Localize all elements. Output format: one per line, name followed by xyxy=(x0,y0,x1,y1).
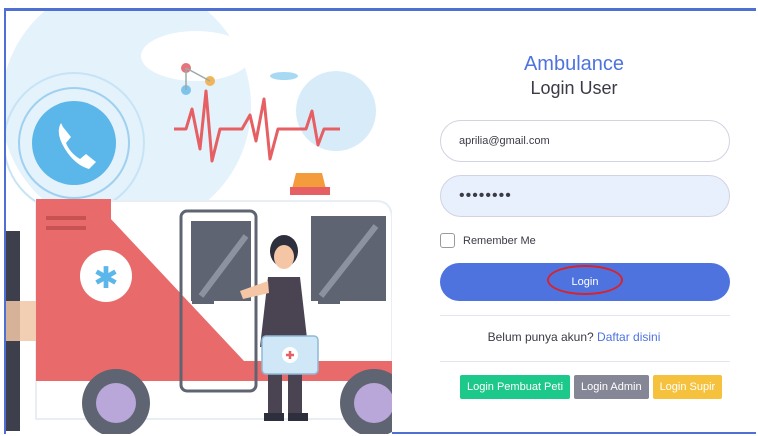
divider xyxy=(440,315,730,316)
remember-me[interactable]: Remember Me xyxy=(440,233,536,248)
email-input[interactable] xyxy=(440,120,730,162)
ambulance-illustration: ✱ xyxy=(6,11,392,434)
login-panel: Ambulance Login User Remember Me Login B… xyxy=(392,11,756,434)
login-supir-button[interactable]: Login Supir xyxy=(652,375,723,399)
register-prompt: Belum punya akun? Daftar disini xyxy=(392,330,756,344)
register-text: Belum punya akun? xyxy=(487,330,594,344)
login-pembuat-peti-button[interactable]: Login Pembuat Peti xyxy=(460,375,571,399)
remember-checkbox[interactable] xyxy=(440,233,455,248)
svg-text:✱: ✱ xyxy=(93,261,118,296)
login-admin-button[interactable]: Login Admin xyxy=(574,375,649,399)
password-input[interactable] xyxy=(440,175,730,217)
register-link[interactable]: Daftar disini xyxy=(597,330,660,344)
login-button[interactable]: Login xyxy=(440,263,730,301)
remember-label: Remember Me xyxy=(463,234,536,247)
divider xyxy=(440,361,730,362)
page-subtitle: Login User xyxy=(530,78,618,98)
login-button-label: Login xyxy=(571,276,599,288)
app-title: Ambulance xyxy=(523,53,625,75)
role-login-buttons: Login Pembuat Peti Login Admin Login Sup… xyxy=(460,375,723,399)
